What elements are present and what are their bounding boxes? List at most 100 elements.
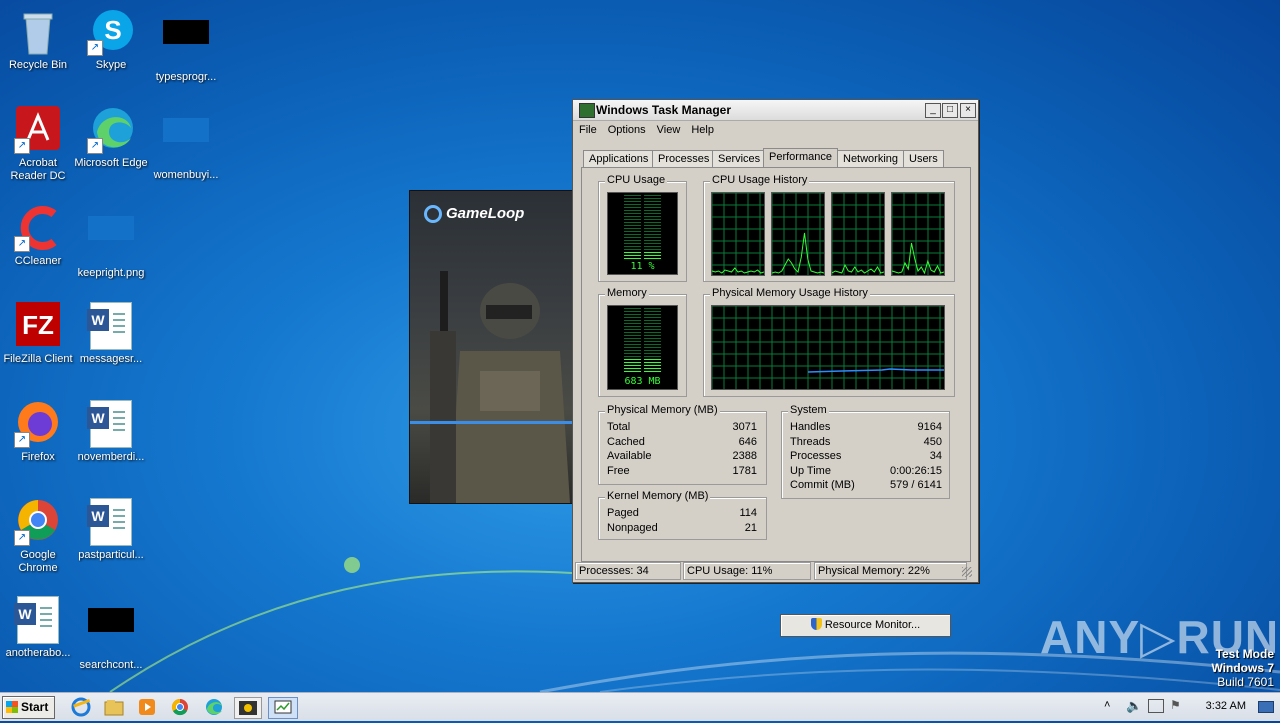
cpu-usage-label: CPU Usage — [605, 174, 668, 186]
task-manager-window: Windows Task Manager _ □ × File Options Vi… — [572, 99, 979, 637]
network-icon[interactable] — [1148, 699, 1164, 713]
start-button[interactable]: Start — [2, 696, 55, 719]
desktop-icon-label: typesprogr... — [155, 71, 217, 83]
menu-options[interactable]: Options — [602, 121, 651, 136]
desktop-icon-pastparticul[interactable]: W pastparticul... — [73, 498, 149, 562]
tab-networking[interactable]: Networking — [837, 150, 905, 167]
tab-processes[interactable]: Processes — [652, 150, 716, 167]
stat-key: Free — [607, 465, 630, 477]
maximize-button[interactable]: □ — [942, 103, 958, 118]
stat-row: Cached 646 — [607, 435, 757, 449]
skype-icon: S ↗ — [87, 8, 135, 56]
tab-applications[interactable]: Applications — [583, 150, 655, 167]
desktop-icon-messagesr[interactable]: W messagesr... — [73, 302, 149, 366]
task-manager-taskbar-icon[interactable] — [268, 697, 298, 719]
desktop-icon-typesprogr[interactable]: typesprogr... — [148, 8, 224, 84]
stat-key: Processes — [790, 450, 842, 462]
wallpaper-star — [344, 557, 360, 573]
desktop-icon-edge[interactable]: ↗ Microsoft Edge — [73, 106, 149, 170]
recycle-bin-icon — [14, 8, 62, 56]
status-bar: Processes: 34 CPU Usage: 11% Physical Me… — [575, 561, 974, 580]
edge-icon: ↗ — [87, 106, 135, 154]
shortcut-arrow-icon: ↗ — [14, 530, 30, 546]
cpu-usage-meter: 11 % — [607, 192, 678, 275]
gameloop-splash: GameLoop — [409, 190, 575, 504]
cpu-history-label: CPU Usage History — [710, 174, 810, 186]
windows-flag-icon — [6, 701, 18, 713]
tab-services[interactable]: Services — [712, 150, 767, 167]
desktop-icon-anotherabo[interactable]: W anotherabo... — [0, 596, 76, 660]
cpu-history-graph-core-4 — [891, 192, 945, 276]
test-mode-notice: Test Mode Windows 7 Build 7601 — [1211, 647, 1274, 689]
stat-key: Commit (MB) — [790, 479, 855, 491]
action-center-flag-icon[interactable]: ⚑ — [1170, 698, 1181, 712]
stat-key: Paged — [607, 507, 639, 519]
filezilla-icon: FZ — [14, 302, 62, 350]
ie-icon[interactable] — [70, 697, 92, 717]
desktop-icon-firefox[interactable]: ↗ Firefox — [0, 400, 76, 464]
stat-value: 0:00:26:15 — [890, 465, 942, 477]
desktop-icon-label: Acrobat Reader DC — [10, 157, 66, 182]
word-doc-icon: W — [87, 498, 135, 546]
memory-history-graph — [711, 305, 945, 390]
media-player-icon[interactable] — [136, 697, 158, 717]
gameloop-logo-icon — [424, 205, 442, 224]
desktop-icon-recycle-bin[interactable]: Recycle Bin — [0, 8, 76, 72]
stat-key: Handles — [790, 421, 831, 433]
black-image-icon — [162, 20, 210, 68]
menu-file[interactable]: File — [573, 121, 602, 136]
edge-taskbar-icon[interactable] — [203, 697, 225, 717]
volume-icon[interactable]: 🔈 — [1126, 698, 1142, 714]
cpu-history-graph-core-3 — [831, 192, 885, 276]
stat-row: Up Time 0:00:26:15 — [790, 464, 942, 478]
cpu-usage-bars — [624, 195, 661, 259]
stat-key: Total — [607, 421, 631, 433]
clock[interactable]: 3:32 AM — [1206, 700, 1246, 712]
desktop-icon-acrobat[interactable]: ↗ Acrobat Reader DC — [0, 106, 76, 183]
system-group: System Handles 9164 Threads 450 Processes 3… — [781, 404, 950, 499]
show-hidden-icons-icon[interactable]: ˄ — [1104, 699, 1110, 711]
physical-memory-label: Physical Memory (MB) — [605, 404, 720, 416]
desktop-icon-label: keepright.png — [77, 267, 145, 279]
desktop-icon-ccleaner[interactable]: ↗ CCleaner — [0, 204, 76, 268]
close-button[interactable]: × — [960, 103, 976, 118]
stat-row: Nonpaged 21 — [607, 521, 757, 535]
shortcut-arrow-icon: ↗ — [14, 432, 30, 448]
stat-value: 21 — [744, 522, 757, 534]
desktop-icon-filezilla[interactable]: FZ FileZilla Client — [0, 302, 76, 366]
menu-help[interactable]: Help — [685, 121, 719, 136]
system-label: System — [788, 404, 829, 416]
tab-performance[interactable]: Performance — [763, 148, 838, 168]
desktop-icon-searchcont[interactable]: searchcont... — [73, 596, 149, 672]
stat-key: Cached — [607, 436, 645, 448]
desktop-icon-skype[interactable]: S ↗ Skype — [73, 8, 149, 72]
gameloop-taskbar-icon[interactable] — [234, 697, 262, 719]
title-bar[interactable]: Windows Task Manager _ □ × — [573, 100, 978, 121]
cpu-history-group: CPU Usage History — [703, 174, 955, 282]
stat-key: Up Time — [790, 465, 831, 477]
gameloop-progress-bar — [410, 421, 574, 424]
desktop-icon-label: Skype — [95, 59, 127, 71]
black-image-icon — [87, 608, 135, 656]
desktop-icon-keepright[interactable]: keepright.png — [73, 204, 149, 280]
explorer-icon[interactable] — [103, 697, 125, 717]
tab-users[interactable]: Users — [903, 150, 944, 167]
resize-grip-icon[interactable] — [962, 567, 972, 577]
show-desktop-icon[interactable] — [1258, 701, 1274, 713]
desktop-icon-womenbuyi[interactable]: womenbuyi... — [148, 106, 224, 182]
system-tray: ˄ 🔈 ⚑ 3:32 AM — [1100, 693, 1280, 721]
stat-key: Threads — [790, 436, 831, 448]
stat-value: 646 — [738, 436, 757, 448]
desktop-icon-label: CCleaner — [14, 255, 62, 267]
desktop-icon-novemberdi[interactable]: W novemberdi... — [73, 400, 149, 464]
soldier-artwork — [430, 271, 570, 503]
chrome-taskbar-icon[interactable] — [169, 697, 191, 717]
desktop-icon-chrome[interactable]: ↗ Google Chrome — [0, 498, 76, 575]
resource-monitor-button[interactable]: Resource Monitor... — [780, 614, 951, 637]
memory-label: Memory — [605, 287, 649, 299]
menu-view[interactable]: View — [651, 121, 686, 136]
minimize-button[interactable]: _ — [925, 103, 941, 118]
kernel-memory-label: Kernel Memory (MB) — [605, 490, 711, 502]
gameloop-logo: GameLoop — [424, 205, 524, 224]
performance-panel: CPU Usage 11 % CPU Usage History Memory … — [581, 167, 971, 637]
